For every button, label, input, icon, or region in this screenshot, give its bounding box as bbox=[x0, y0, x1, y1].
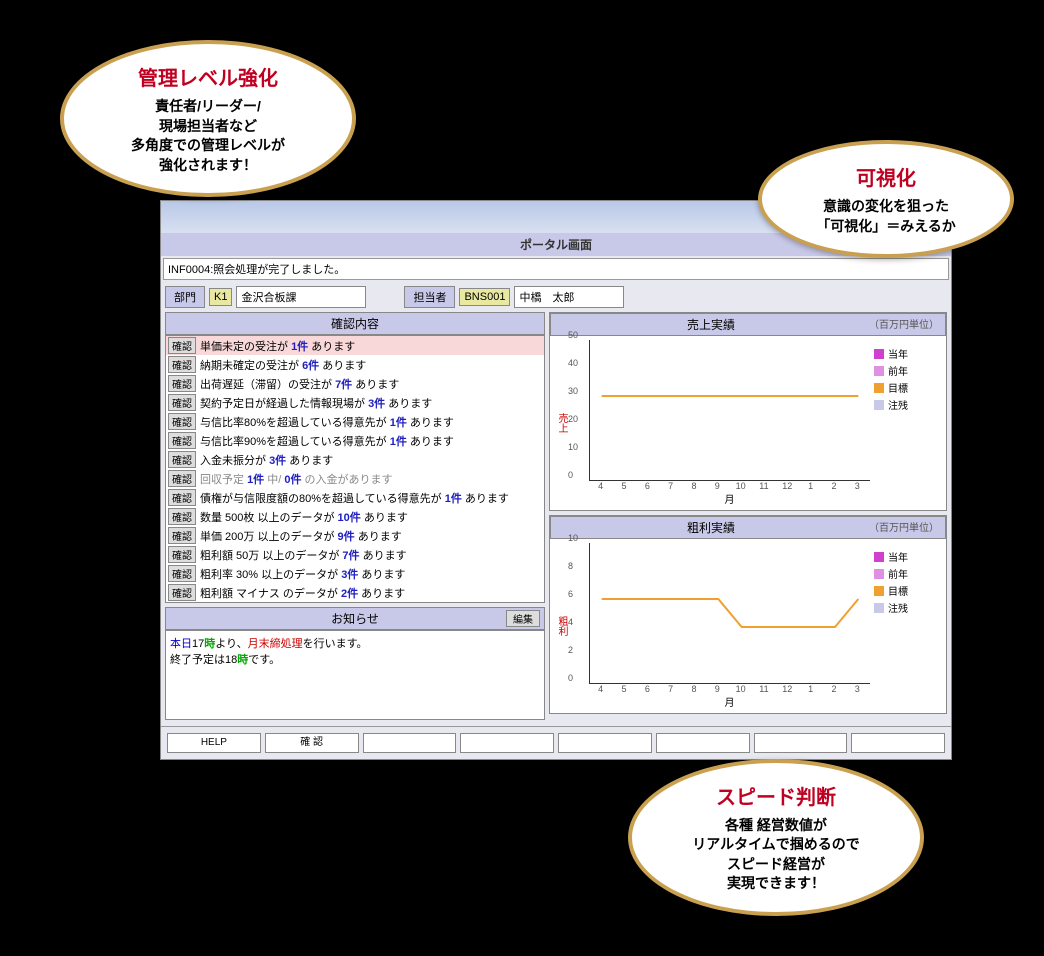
chart-panel: 粗利実績（百万円単位）粗利0246810456789101112123月当年前年… bbox=[549, 515, 947, 714]
check-panel-title: 確認内容 bbox=[165, 312, 545, 335]
confirm-row-button[interactable]: 確認 bbox=[168, 356, 196, 373]
check-row: 確認出荷遅延（滞留）の受注が 7件 あります bbox=[166, 374, 544, 393]
confirm-row-button[interactable]: 確認 bbox=[168, 451, 196, 468]
confirm-row-button[interactable]: 確認 bbox=[168, 527, 196, 544]
confirm-row-button[interactable]: 確認 bbox=[168, 565, 196, 582]
bottom-bar: HELP 確 認 bbox=[161, 726, 951, 759]
callout-body: 各種 経営数値がリアルタイムで掴めるのでスピード経営が実現できます！ bbox=[656, 816, 896, 894]
legend-item: 目標 bbox=[874, 583, 908, 598]
chart-legend: 当年前年目標注残 bbox=[870, 340, 912, 506]
check-row: 確認契約予定日が経過した情報現場が 3件 あります bbox=[166, 393, 544, 412]
legend-item: 注残 bbox=[874, 600, 908, 615]
check-row: 確認入金未振分が 3件 あります bbox=[166, 450, 544, 469]
person-name: 中橋 太郎 bbox=[514, 286, 624, 308]
notice-title: お知らせ 編集 bbox=[165, 607, 545, 630]
x-axis-label: 月 bbox=[589, 491, 870, 506]
x-axis-label: 月 bbox=[589, 694, 870, 709]
confirm-row-button[interactable]: 確認 bbox=[168, 546, 196, 563]
filter-row: 部門 K1 金沢合板課 担当者 BNS001 中橋 太郎 bbox=[161, 282, 951, 312]
check-row: 確認納期未確定の受注が 6件 あります bbox=[166, 355, 544, 374]
check-row: 確認与信比率90%を超過している得意先が 1件 あります bbox=[166, 431, 544, 450]
check-list: 確認単価未定の受注が 1件 あります確認納期未確定の受注が 6件 あります確認出… bbox=[165, 335, 545, 603]
y-axis-label: 売上 bbox=[554, 413, 569, 433]
check-row: 確認粗利額 マイナス のデータが 2件 あります bbox=[166, 583, 544, 602]
help-button[interactable]: HELP bbox=[167, 733, 261, 753]
legend-item: 目標 bbox=[874, 380, 908, 395]
callout-visualization: 可視化 意識の変化を狙った「可視化」＝みえるか bbox=[758, 140, 1014, 258]
confirm-row-button[interactable]: 確認 bbox=[168, 470, 196, 487]
check-row: 確認債権が与信限度額の80%を超過している得意先が 1件 あります bbox=[166, 488, 544, 507]
chart-title: 売上実績（百万円単位） bbox=[550, 313, 946, 336]
chart-title: 粗利実績（百万円単位） bbox=[550, 516, 946, 539]
target-line bbox=[590, 340, 870, 480]
confirm-row-button[interactable]: 確認 bbox=[168, 584, 196, 601]
target-line bbox=[590, 543, 870, 683]
callout-title: 管理レベル強化 bbox=[88, 62, 328, 91]
info-message: INF0004:照会処理が完了しました。 bbox=[163, 258, 949, 280]
dept-label: 部門 bbox=[165, 286, 205, 308]
check-row: 確認与信比率80%を超過している得意先が 1件 あります bbox=[166, 412, 544, 431]
confirm-row-button[interactable]: 確認 bbox=[168, 432, 196, 449]
check-row: 確認数量 500枚 以上のデータが 10件 あります bbox=[166, 507, 544, 526]
check-row: 確認単価 200万 以上のデータが 9件 あります bbox=[166, 526, 544, 545]
check-row: 確認粗利率 30% 以上のデータが 3件 あります bbox=[166, 564, 544, 583]
chart-plot: 01020304050 bbox=[589, 340, 870, 481]
callout-management: 管理レベル強化 責任者/リーダー/現場担当者など多角度での管理レベルが強化されま… bbox=[60, 40, 356, 197]
legend-item: 当年 bbox=[874, 549, 908, 564]
edit-button[interactable]: 編集 bbox=[506, 610, 540, 627]
callout-speed: スピード判断 各種 経営数値がリアルタイムで掴めるのでスピード経営が実現できます… bbox=[628, 759, 924, 916]
confirm-row-button[interactable]: 確認 bbox=[168, 489, 196, 506]
check-row: 確認粗利額 50万 以上のデータが 7件 あります bbox=[166, 545, 544, 564]
confirm-row-button[interactable]: 確認 bbox=[168, 508, 196, 525]
app-window: ポータル画面 INF0004:照会処理が完了しました。 部門 K1 金沢合板課 … bbox=[160, 200, 952, 760]
confirm-row-button[interactable]: 確認 bbox=[168, 337, 196, 354]
confirm-button[interactable]: 確 認 bbox=[265, 733, 359, 753]
chart-panel: 売上実績（百万円単位）売上01020304050456789101112123月… bbox=[549, 312, 947, 511]
legend-item: 前年 bbox=[874, 566, 908, 581]
dept-name: 金沢合板課 bbox=[236, 286, 366, 308]
person-code[interactable]: BNS001 bbox=[459, 288, 510, 306]
dept-code[interactable]: K1 bbox=[209, 288, 232, 306]
person-label: 担当者 bbox=[404, 286, 455, 308]
chart-legend: 当年前年目標注残 bbox=[870, 543, 912, 709]
y-axis-label: 粗利 bbox=[554, 616, 569, 636]
confirm-row-button[interactable]: 確認 bbox=[168, 394, 196, 411]
chart-plot: 0246810 bbox=[589, 543, 870, 684]
callout-title: スピード判断 bbox=[656, 781, 896, 810]
legend-item: 前年 bbox=[874, 363, 908, 378]
callout-body: 責任者/リーダー/現場担当者など多角度での管理レベルが強化されます！ bbox=[88, 97, 328, 175]
confirm-row-button[interactable]: 確認 bbox=[168, 375, 196, 392]
notice-body: 本日17時より、月末締処理を行います。 終了予定は18時です。 bbox=[165, 630, 545, 720]
callout-title: 可視化 bbox=[786, 162, 986, 191]
legend-item: 当年 bbox=[874, 346, 908, 361]
legend-item: 注残 bbox=[874, 397, 908, 412]
confirm-row-button[interactable]: 確認 bbox=[168, 413, 196, 430]
check-row: 確認回収予定 1件 中/ 0件 の入金があります bbox=[166, 469, 544, 488]
callout-body: 意識の変化を狙った「可視化」＝みえるか bbox=[786, 197, 986, 236]
check-row: 確認単価未定の受注が 1件 あります bbox=[166, 336, 544, 355]
